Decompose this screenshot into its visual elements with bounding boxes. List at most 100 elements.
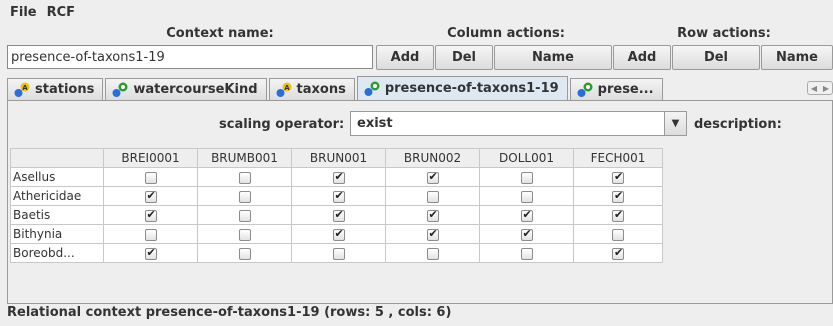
table-cell (479, 186, 574, 206)
table-cell (197, 243, 292, 263)
checked-checkbox[interactable] (426, 170, 439, 184)
object-object-icon (364, 81, 380, 96)
tab-watercoursekind[interactable]: watercourseKind (105, 78, 267, 100)
row-actions-label: Row actions: (677, 26, 771, 41)
context-table: BREI0001 BRUMB001 BRUN001 BRUN002 DOLL00… (10, 148, 663, 263)
unchecked-checkbox[interactable] (520, 247, 533, 260)
menu-file[interactable]: File (0, 5, 42, 20)
column-add-button[interactable]: Add (376, 45, 434, 70)
column-header[interactable]: BRUMB001 (197, 148, 292, 168)
table-cell (197, 224, 292, 244)
column-header[interactable]: BRUN002 (385, 148, 480, 168)
object-attribute-icon: A (14, 82, 30, 97)
column-del-button[interactable]: Del (435, 45, 493, 70)
table-cell (573, 205, 663, 225)
checked-checkbox[interactable] (426, 208, 439, 222)
tab-scroll-arrows[interactable]: ◀ ▶ (807, 81, 833, 95)
checked-checkbox[interactable] (520, 227, 533, 241)
table-cell (573, 224, 663, 244)
unchecked-checkbox[interactable] (426, 247, 439, 260)
table-row: Athericidae (10, 186, 663, 206)
table-cell (385, 224, 480, 244)
table-corner (10, 148, 104, 168)
table-cell (479, 167, 574, 187)
tab-scroll-right-icon[interactable]: ▶ (823, 84, 829, 93)
row-header[interactable]: Asellus (10, 167, 104, 187)
column-name-button[interactable]: Name (494, 45, 612, 70)
unchecked-checkbox[interactable] (426, 190, 439, 203)
tab-presence-of-taxons1-19[interactable]: presence-of-taxons1-19 (356, 76, 568, 100)
tab-taxons[interactable]: A taxons (268, 78, 355, 100)
object-attribute-icon: A (276, 82, 292, 97)
checked-checkbox[interactable] (612, 170, 624, 184)
row-header[interactable]: Bithynia (10, 224, 104, 244)
scaling-operator-value: exist (357, 116, 393, 131)
tab-label: watercourseKind (133, 82, 258, 97)
table-cell (197, 167, 292, 187)
table-cell (479, 224, 574, 244)
checked-checkbox[interactable] (332, 189, 345, 203)
unchecked-checkbox[interactable] (238, 171, 251, 184)
unchecked-checkbox[interactable] (520, 190, 533, 203)
row-del-button[interactable]: Del (672, 45, 760, 70)
checked-checkbox[interactable] (332, 227, 345, 241)
checked-checkbox[interactable] (144, 189, 157, 203)
checked-checkbox[interactable] (612, 246, 624, 260)
table-row: Bithynia (10, 224, 663, 244)
menu-bar: File RCF (0, 0, 833, 24)
unchecked-checkbox[interactable] (238, 228, 251, 241)
context-name-label: Context name: (166, 26, 274, 41)
table-cell (385, 243, 480, 263)
column-header[interactable]: BREI0001 (103, 148, 198, 168)
table-cell (197, 186, 292, 206)
tab-prese[interactable]: prese... (569, 78, 663, 100)
table-cell (479, 205, 574, 225)
scaling-operator-select[interactable]: exist ▼ (350, 111, 687, 136)
column-header[interactable]: FECH001 (573, 148, 663, 168)
tab-stations[interactable]: A stations (7, 78, 104, 100)
checked-checkbox[interactable] (520, 208, 533, 222)
table-cell (291, 205, 386, 225)
row-add-button[interactable]: Add (613, 45, 671, 70)
table-cell (103, 224, 198, 244)
column-actions-label: Column actions: (447, 26, 565, 41)
unchecked-checkbox[interactable] (238, 209, 251, 222)
row-header[interactable]: Boreobd... (10, 243, 104, 263)
status-bar: Relational context presence-of-taxons1-1… (7, 305, 452, 320)
menu-rcf[interactable]: RCF (42, 5, 80, 20)
table-row: Asellus (10, 167, 663, 187)
row-header[interactable]: Athericidae (10, 186, 104, 206)
checked-checkbox[interactable] (332, 170, 345, 184)
checked-checkbox[interactable] (332, 208, 345, 222)
table-cell (103, 243, 198, 263)
tab-scroll-left-icon[interactable]: ◀ (811, 84, 817, 93)
checked-checkbox[interactable] (612, 189, 624, 203)
tab-label: presence-of-taxons1-19 (384, 81, 559, 96)
table-cell (103, 186, 198, 206)
context-name-input[interactable] (7, 45, 373, 69)
unchecked-checkbox[interactable] (144, 228, 157, 241)
column-header[interactable]: BRUN001 (291, 148, 386, 168)
svg-text:A: A (22, 84, 28, 92)
checked-checkbox[interactable] (144, 246, 157, 260)
table-cell (291, 224, 386, 244)
scaling-operator-label: scaling operator: (219, 117, 345, 132)
unchecked-checkbox[interactable] (520, 171, 533, 184)
row-name-button[interactable]: Name (761, 45, 833, 70)
tab-label: prese... (597, 82, 654, 97)
unchecked-checkbox[interactable] (144, 171, 157, 184)
unchecked-checkbox[interactable] (238, 247, 251, 260)
checked-checkbox[interactable] (612, 208, 624, 222)
column-header[interactable]: DOLL001 (479, 148, 574, 168)
table-cell (573, 243, 663, 263)
checked-checkbox[interactable] (426, 227, 439, 241)
unchecked-checkbox[interactable] (612, 228, 624, 241)
checked-checkbox[interactable] (144, 208, 157, 222)
table-cell (291, 243, 386, 263)
unchecked-checkbox[interactable] (332, 247, 345, 260)
chevron-down-icon[interactable]: ▼ (664, 112, 686, 135)
table-cell (385, 205, 480, 225)
table-row: Baetis (10, 205, 663, 225)
row-header[interactable]: Baetis (10, 205, 104, 225)
unchecked-checkbox[interactable] (238, 190, 251, 203)
